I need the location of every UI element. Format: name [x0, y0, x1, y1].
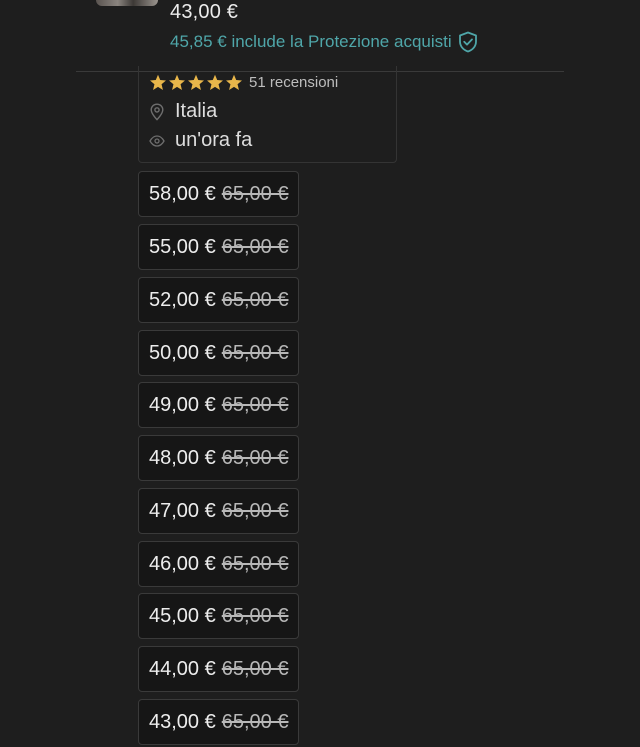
rating-row[interactable]: 51 recensioni: [149, 74, 338, 91]
original-price: 65,00 €: [221, 499, 289, 522]
star-icon: [169, 74, 185, 90]
original-price: 65,00 €: [221, 182, 289, 205]
original-price: 65,00 €: [221, 710, 289, 733]
seller-location: Italia: [149, 100, 217, 123]
offer-price-chip[interactable]: 44,00 € 65,00 €: [138, 646, 300, 692]
offer-price-chip[interactable]: 48,00 € 65,00 €: [138, 435, 300, 481]
star-icon: [188, 74, 204, 90]
buyer-protection-link[interactable]: 45,85 € include la Protezione acquisti: [170, 31, 478, 53]
original-price: 65,00 €: [221, 446, 289, 469]
offer-price-chip[interactable]: 47,00 € 65,00 €: [138, 488, 300, 534]
offer-price: 47,00 €: [149, 499, 216, 522]
star-icon: [226, 74, 242, 90]
offer-price-chip[interactable]: 55,00 € 65,00 €: [138, 224, 300, 270]
original-price: 65,00 €: [221, 393, 289, 416]
location-pin-icon: [149, 102, 165, 121]
offer-price-chip[interactable]: 50,00 € 65,00 €: [138, 330, 300, 376]
offer-price: 46,00 €: [149, 552, 216, 575]
reviews-count: 51 recensioni: [249, 74, 339, 91]
seller-info-card: 51 recensioni Italia un'ora fa: [138, 66, 397, 163]
offer-price: 55,00 €: [149, 235, 216, 258]
location-text: Italia: [175, 100, 218, 122]
original-price: 65,00 €: [221, 552, 289, 575]
original-price: 65,00 €: [221, 288, 289, 311]
offer-price-chip[interactable]: 52,00 € 65,00 €: [138, 277, 300, 323]
offer-price-chip[interactable]: 43,00 € 65,00 €: [138, 699, 300, 745]
offer-price: 50,00 €: [149, 341, 216, 364]
last-seen-text: un'ora fa: [175, 129, 253, 151]
offer-price-chip[interactable]: 58,00 € 65,00 €: [138, 171, 300, 217]
star-icon: [150, 74, 166, 90]
rating-stars: [149, 74, 243, 91]
offer-price: 43,00 €: [149, 710, 216, 733]
offer-price-chip[interactable]: 45,00 € 65,00 €: [138, 593, 300, 639]
offer-price: 49,00 €: [149, 393, 216, 416]
original-price: 65,00 €: [221, 235, 289, 258]
shield-check-icon: [458, 31, 478, 53]
offer-price: 45,00 €: [149, 604, 216, 627]
product-thumbnail[interactable]: [96, 0, 158, 6]
item-price: 43,00 €: [170, 1, 239, 23]
star-icon: [207, 74, 223, 90]
offer-price: 58,00 €: [149, 182, 216, 205]
original-price: 65,00 €: [221, 657, 289, 680]
offer-price: 48,00 €: [149, 446, 216, 469]
original-price: 65,00 €: [221, 341, 289, 364]
offer-price-chip[interactable]: 49,00 € 65,00 €: [138, 382, 300, 428]
original-price: 65,00 €: [221, 604, 289, 627]
offer-price: 44,00 €: [149, 657, 216, 680]
offer-price-chip[interactable]: 46,00 € 65,00 €: [138, 541, 300, 587]
offer-price: 52,00 €: [149, 288, 216, 311]
seller-last-seen: un'ora fa: [149, 129, 252, 152]
eye-icon: [149, 134, 165, 147]
protection-text: 45,85 € include la Protezione acquisti: [170, 32, 452, 51]
